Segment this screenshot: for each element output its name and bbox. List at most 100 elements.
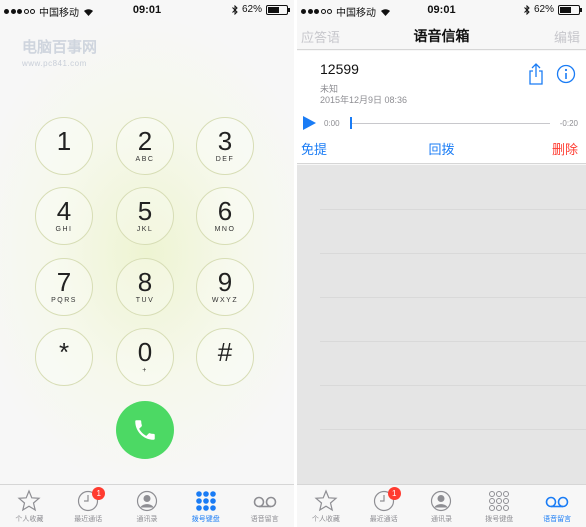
voicemail-screen: 中国移动 09:01 62% 应答语 语音信箱 编辑 12599 未知 2015… (297, 0, 586, 527)
keypad-icon (176, 489, 235, 513)
key-digit: 4 (56, 196, 72, 226)
tab-bar: 个人收藏 最近通话 1 通讯录 拨号键盘 语音留言 (297, 484, 586, 527)
list-separator (320, 209, 586, 210)
tab-voicemail[interactable]: 语音留言 (528, 485, 586, 527)
keypad-icon (470, 489, 528, 513)
list-separator (320, 297, 586, 298)
key-letters: ABC (135, 156, 155, 163)
play-icon[interactable] (301, 115, 317, 131)
keypad-key[interactable]: * (35, 328, 93, 386)
battery-icon (558, 4, 582, 15)
status-bar: 中国移动 09:01 62% (297, 0, 586, 20)
phone-icon (135, 420, 155, 440)
key-digit: 1 (56, 126, 72, 156)
keypad-key[interactable]: # (196, 328, 254, 386)
watermark-subtitle: www.pc841.com (22, 59, 87, 68)
tab-label: 个人收藏 (15, 516, 44, 523)
tab-contacts[interactable]: 通讯录 (413, 485, 471, 527)
tab-label: 语音留言 (543, 516, 572, 523)
star-icon (0, 489, 59, 513)
voicemail-icon (528, 489, 586, 513)
tab-bar: 个人收藏 最近通话 1 通讯录 拨号键盘 语音留言 (0, 484, 294, 527)
battery-percent: 62% (241, 4, 262, 15)
contacts-icon (118, 489, 177, 513)
keypad-key[interactable]: 2 ABC (116, 117, 174, 175)
tab-label: 个人收藏 (311, 516, 340, 523)
star-icon (297, 489, 355, 513)
voicemail-actions: 免提 回拨 删除 (297, 139, 586, 159)
playback-remaining: -0:20 (559, 119, 578, 128)
battery-percent: 62% (533, 4, 554, 15)
tab-label: 最近通话 (74, 516, 103, 523)
key-letters: + (142, 367, 148, 374)
contacts-icon (413, 489, 471, 513)
list-separator (320, 341, 586, 342)
key-letters: TUV (135, 297, 155, 304)
share-icon[interactable] (528, 63, 544, 85)
keypad-key[interactable]: 7 PQRS (35, 258, 93, 316)
delete-button[interactable]: 删除 (552, 139, 578, 158)
keypad-key[interactable]: 6 MNO (196, 187, 254, 245)
tab-keypad[interactable]: 拨号键盘 (470, 485, 528, 527)
clock-icon (59, 489, 118, 513)
playback-track[interactable] (350, 123, 550, 124)
caller-number: 12599 (320, 61, 359, 77)
key-digit: 0 (137, 337, 153, 367)
keypad-key[interactable]: 4 GHI (35, 187, 93, 245)
tab-contacts[interactable]: 通讯录 (118, 485, 177, 527)
playback-scrubber[interactable] (350, 117, 352, 129)
key-digit: * (58, 337, 70, 367)
list-separator (320, 253, 586, 254)
key-letters: DEF (215, 156, 235, 163)
page-title: 语音信箱 (413, 28, 470, 44)
tab-clock[interactable]: 最近通话 1 (59, 485, 118, 527)
keypad-key[interactable]: 1 (35, 117, 93, 175)
voicemail-icon (235, 489, 294, 513)
key-digit: # (217, 337, 233, 367)
key-letters: WXYZ (211, 297, 239, 304)
edit-button[interactable]: 编辑 (554, 27, 580, 46)
tab-voicemail[interactable]: 语音留言 (235, 485, 294, 527)
keypad-key[interactable]: 5 JKL (116, 187, 174, 245)
key-digit: 7 (56, 267, 72, 297)
tab-label: 通讯录 (430, 516, 452, 523)
tab-label: 语音留言 (250, 516, 279, 523)
key-digit: 5 (137, 196, 153, 226)
keypad-key[interactable]: 9 WXYZ (196, 258, 254, 316)
tab-label: 通讯录 (136, 516, 158, 523)
list-separator (320, 429, 586, 430)
key-letters: MNO (214, 226, 236, 233)
call-button[interactable] (116, 401, 174, 459)
key-letters: GHI (55, 226, 73, 233)
battery-icon (266, 4, 290, 15)
playback-elapsed: 0:00 (324, 119, 340, 128)
watermark: 电脑百事网 www.pc841.com (22, 40, 97, 72)
key-digit: 8 (137, 267, 153, 297)
tab-clock[interactable]: 最近通话 1 (355, 485, 413, 527)
tab-label: 拨号键盘 (191, 516, 220, 523)
key-digit: 9 (217, 267, 233, 297)
clock-icon (355, 489, 413, 513)
key-digit: 3 (217, 126, 233, 156)
watermark-title: 电脑百事网 (22, 39, 98, 56)
keypad-key[interactable]: 0 + (116, 328, 174, 386)
keypad-key[interactable]: 3 DEF (196, 117, 254, 175)
voicemail-date: 2015年12月9日 08:36 (320, 95, 408, 105)
info-icon[interactable] (556, 64, 576, 84)
keypad-key[interactable]: 8 TUV (116, 258, 174, 316)
tab-keypad[interactable]: 拨号键盘 (176, 485, 235, 527)
tab-label: 最近通话 (369, 516, 398, 523)
key-digit: 2 (137, 126, 153, 156)
key-letters: JKL (136, 226, 154, 233)
voicemail-item[interactable]: 12599 未知 2015年12月9日 08:36 0:00 -0:20 免提 … (297, 51, 586, 164)
missed-calls-badge: 1 (387, 487, 401, 500)
keypad-screen: 中国移动 09:01 62% 电脑百事网 www.pc841.com 1 2 ABC… (0, 0, 294, 527)
call-back-button[interactable]: 回拨 (297, 139, 586, 158)
bluetooth-icon (524, 4, 530, 15)
bluetooth-icon (232, 4, 238, 15)
voicemail-list-empty (297, 165, 586, 484)
tab-label: 拨号键盘 (485, 516, 514, 523)
tab-star[interactable]: 个人收藏 (297, 485, 355, 527)
key-letters: PQRS (51, 297, 77, 304)
tab-star[interactable]: 个人收藏 (0, 485, 59, 527)
